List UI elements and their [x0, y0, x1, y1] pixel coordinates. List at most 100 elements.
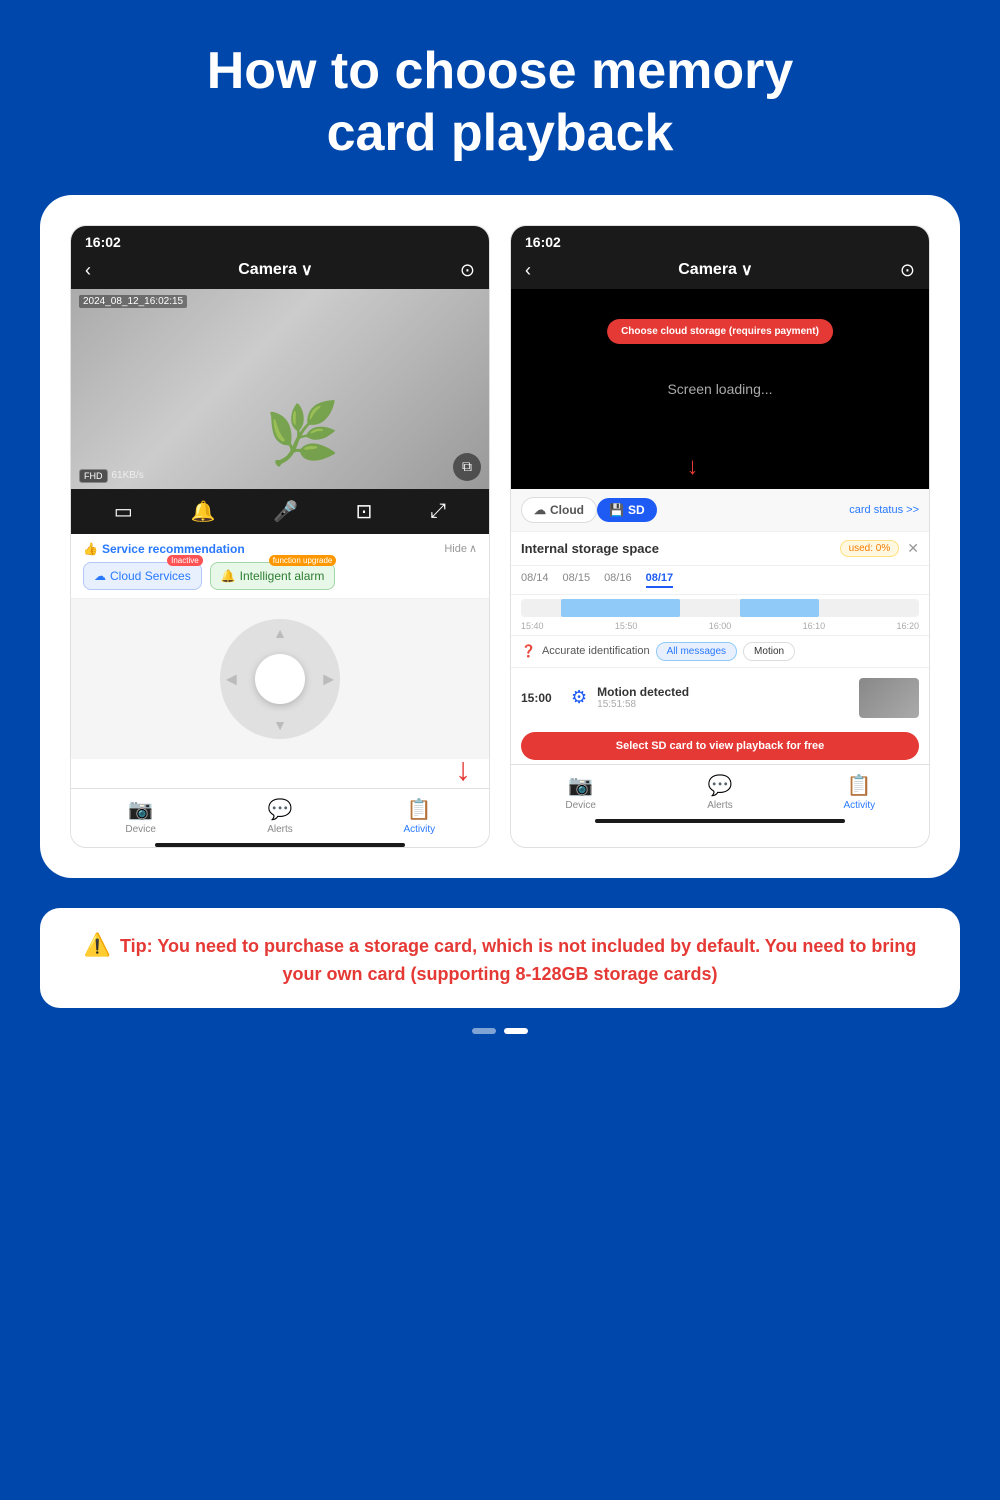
- timeline-segment-2: [740, 599, 820, 617]
- right-nav-alerts[interactable]: 💬 Alerts: [650, 773, 789, 811]
- right-alerts-icon: 💬: [708, 773, 733, 798]
- event-sub: 15:51:58: [597, 699, 849, 710]
- arrow-to-sd: ↓: [687, 453, 699, 481]
- settings-icon[interactable]: ⊙: [460, 260, 475, 281]
- right-back-icon[interactable]: ‹: [525, 260, 531, 281]
- date-0817[interactable]: 08/17: [646, 572, 674, 588]
- left-nav-alerts[interactable]: 💬 Alerts: [210, 797, 349, 835]
- right-alerts-label: Alerts: [707, 800, 733, 811]
- event-time: 15:00: [521, 691, 561, 705]
- right-phone: 16:02 ‹ Camera ∨ ⊙ Screen loading... Cho…: [510, 225, 930, 848]
- dpad-up[interactable]: ▲: [273, 625, 287, 641]
- tip-text: ⚠️ Tip: You need to purchase a storage c…: [70, 928, 930, 988]
- service-buttons-row: ☁ Cloud Services Inactive 🔔 Intelligent …: [83, 562, 477, 590]
- record-icon[interactable]: ▭: [114, 499, 133, 524]
- event-thumbnail[interactable]: [859, 678, 919, 718]
- left-nav-bar: ‹ Camera ∨ ⊙: [71, 254, 489, 289]
- right-camera-title: Camera ∨: [678, 260, 752, 280]
- right-nav-device[interactable]: 📷 Device: [511, 773, 650, 811]
- filter-row: ❓ Accurate identification All messages M…: [511, 636, 929, 668]
- crop-icon[interactable]: ⊡: [356, 499, 373, 524]
- left-nav-activity[interactable]: 📋 Activity: [350, 797, 489, 835]
- left-phone: 16:02 ‹ Camera ∨ ⊙ 2024_08_12_16:02:15 🌿…: [70, 225, 490, 848]
- sd-tab-icon: 💾: [609, 503, 624, 517]
- pagination-dot-1[interactable]: [472, 1028, 496, 1034]
- timeline-labels: 15:40 15:50 16:00 16:10 16:20: [521, 621, 919, 631]
- right-device-icon: 📷: [568, 773, 593, 798]
- main-card: 16:02 ‹ Camera ∨ ⊙ 2024_08_12_16:02:15 🌿…: [40, 195, 960, 878]
- screen-loading: Screen loading... Choose cloud storage (…: [511, 289, 929, 489]
- func-upgrade-badge: function upgrade: [269, 555, 337, 566]
- tl-label-0: 15:40: [521, 621, 544, 631]
- close-storage-btn[interactable]: ✕: [907, 540, 919, 557]
- left-nav-device[interactable]: 📷 Device: [71, 797, 210, 835]
- pagination-dot-2[interactable]: [504, 1028, 528, 1034]
- dpad-left[interactable]: ◀: [226, 670, 237, 687]
- left-camera-title: Camera ∨: [238, 260, 312, 280]
- storage-title: Internal storage space: [521, 541, 659, 556]
- cloud-services-btn[interactable]: ☁ Cloud Services Inactive: [83, 562, 202, 590]
- cloud-icon: ☁: [94, 569, 106, 583]
- dpad-center[interactable]: [255, 654, 305, 704]
- voice-icon[interactable]: 🎤: [273, 499, 298, 524]
- dpad-right[interactable]: ▶: [323, 670, 334, 687]
- tl-label-4: 16:20: [896, 621, 919, 631]
- device-icon: 📷: [128, 797, 153, 822]
- fullscreen-icon[interactable]: ⧉: [453, 453, 481, 481]
- bitrate-label: 61KB/s: [112, 470, 144, 481]
- intelligent-alarm-btn[interactable]: 🔔 Intelligent alarm function upgrade: [210, 562, 336, 590]
- timeline-bar[interactable]: [521, 599, 919, 617]
- mic-icon[interactable]: 🔔: [190, 499, 215, 524]
- cloud-callout: Choose cloud storage (requires payment): [607, 319, 833, 344]
- back-icon[interactable]: ‹: [85, 260, 91, 281]
- tl-label-1: 15:50: [615, 621, 638, 631]
- activity-label: Activity: [403, 824, 435, 835]
- dpad-down[interactable]: ▼: [273, 717, 287, 733]
- storage-used: used: 0%: [840, 540, 900, 557]
- filter-help-icon: ❓: [521, 644, 536, 658]
- right-settings-icon[interactable]: ⊙: [900, 260, 915, 281]
- cloud-tab[interactable]: ☁ Cloud: [521, 497, 597, 523]
- date-row: 08/14 08/15 08/16 08/17: [511, 566, 929, 595]
- dpad: ▲ ▼ ◀ ▶: [220, 619, 340, 739]
- card-status-btn[interactable]: card status >>: [849, 504, 919, 516]
- sd-callout: Select SD card to view playback for free: [521, 732, 919, 760]
- event-type-icon: ⚙: [571, 687, 587, 708]
- sd-tab-row: ☁ Cloud 💾 SD card status >>: [511, 489, 929, 532]
- sd-tab-label: SD: [628, 503, 645, 517]
- event-info: Motion detected 15:51:58: [597, 685, 849, 710]
- timeline-segment-1: [561, 599, 680, 617]
- date-0816[interactable]: 08/16: [604, 572, 632, 588]
- phones-row: 16:02 ‹ Camera ∨ ⊙ 2024_08_12_16:02:15 🌿…: [70, 225, 930, 848]
- right-activity-label: Activity: [843, 800, 875, 811]
- service-rec-title: 👍 Service recommendation: [83, 542, 245, 556]
- left-bottom-nav: 📷 Device 💬 Alerts 📋 Activity: [71, 788, 489, 839]
- filter-motion[interactable]: Motion: [743, 642, 795, 661]
- tl-label-2: 16:00: [709, 621, 732, 631]
- date-0815[interactable]: 08/15: [563, 572, 591, 588]
- hide-button[interactable]: Hide ∧: [444, 542, 477, 555]
- device-label: Device: [125, 824, 156, 835]
- motion-event: 15:00 ⚙ Motion detected 15:51:58: [511, 668, 929, 728]
- right-status-bar: 16:02: [511, 226, 929, 254]
- right-nav-activity[interactable]: 📋 Activity: [790, 773, 929, 811]
- tip-section: ⚠️ Tip: You need to purchase a storage c…: [40, 908, 960, 1008]
- right-nav-bar: ‹ Camera ∨ ⊙: [511, 254, 929, 289]
- card-status-label: card status >>: [849, 504, 919, 516]
- arrow-to-activity: ↓: [71, 751, 489, 788]
- cloud-tab-label: Cloud: [550, 503, 584, 517]
- camera-controls: ▭ 🔔 🎤 ⊡ ⤢: [71, 489, 489, 534]
- filter-all-messages[interactable]: All messages: [656, 642, 737, 661]
- camera-quality-info: FHD 61KB/s: [79, 469, 144, 483]
- expand-icon[interactable]: ⤢: [430, 500, 446, 523]
- dpad-area: ▲ ▼ ◀ ▶: [71, 599, 489, 759]
- inactive-badge: Inactive: [167, 555, 203, 566]
- camera-timestamp: 2024_08_12_16:02:15: [79, 295, 187, 308]
- date-0814[interactable]: 08/14: [521, 572, 549, 588]
- storage-bar: Internal storage space used: 0% ✕: [511, 532, 929, 566]
- right-bottom-nav: 📷 Device 💬 Alerts 📋 Activity: [511, 764, 929, 815]
- timeline-area: 15:40 15:50 16:00 16:10 16:20: [511, 595, 929, 636]
- cloud-tab-icon: ☁: [534, 503, 546, 517]
- sd-panel: ☁ Cloud 💾 SD card status >> Internal sto…: [511, 489, 929, 764]
- sd-tab[interactable]: 💾 SD: [597, 498, 657, 522]
